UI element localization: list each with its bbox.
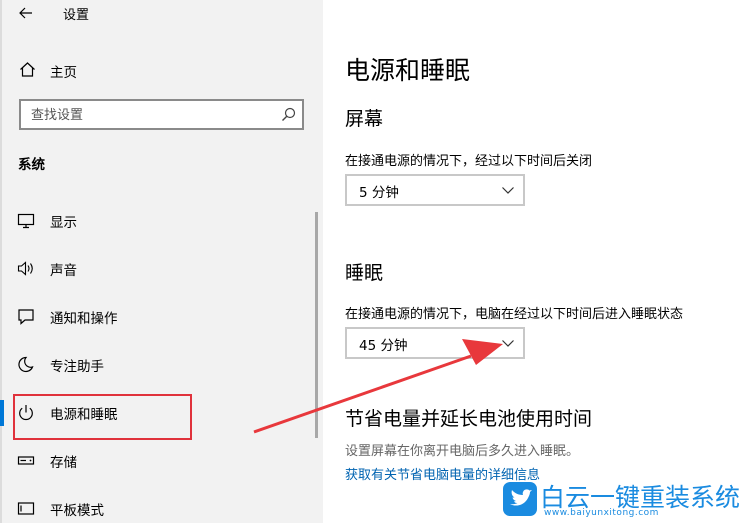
settings-window: 设置 主页 系统 显示 — [0, 0, 749, 523]
sidebar-item-label: 显示 — [50, 215, 77, 231]
monitor-icon — [17, 213, 35, 229]
chevron-down-icon — [502, 340, 514, 347]
sidebar-item-storage[interactable]: 存储 — [0, 440, 320, 480]
sidebar-item-display[interactable]: 显示 — [0, 200, 320, 240]
dropdown-value: 45 分钟 — [359, 338, 408, 354]
sidebar-item-notifications[interactable]: 通知和操作 — [0, 296, 320, 336]
sidebar: 设置 主页 系统 显示 — [0, 0, 323, 523]
search-box[interactable] — [19, 99, 304, 130]
selection-indicator — [0, 400, 4, 426]
sidebar-item-label: 主页 — [50, 65, 77, 81]
storage-icon — [17, 456, 35, 465]
back-button[interactable] — [12, 1, 40, 25]
bird-logo-icon — [503, 482, 537, 516]
speaker-icon — [17, 261, 33, 276]
search-icon[interactable] — [281, 107, 296, 122]
annotation-highlight-box — [13, 394, 192, 440]
chevron-down-icon — [502, 187, 514, 194]
search-input[interactable] — [29, 104, 283, 127]
screen-description: 在接通电源的情况下，经过以下时间后关闭 — [345, 154, 593, 169]
page-title: 电源和睡眠 — [345, 56, 471, 85]
tablet-icon — [17, 502, 35, 515]
sidebar-item-label: 存储 — [50, 455, 77, 471]
screen-timeout-dropdown[interactable]: 5 分钟 — [345, 174, 525, 206]
section-heading-system: 系统 — [18, 157, 45, 173]
sidebar-item-tablet-mode[interactable]: 平板模式 — [0, 488, 320, 523]
main-content: 电源和睡眠 屏幕 在接通电源的情况下，经过以下时间后关闭 5 分钟 睡眠 在接通… — [323, 0, 749, 523]
moon-icon — [18, 356, 34, 373]
back-arrow-icon — [19, 7, 32, 19]
screen-heading: 屏幕 — [345, 108, 384, 130]
battery-description: 设置屏幕在你离开电脑后多久进入睡眠。 — [345, 444, 580, 459]
sidebar-scrollbar[interactable] — [315, 212, 318, 438]
sleep-heading: 睡眠 — [345, 262, 384, 284]
home-icon — [20, 62, 35, 77]
notification-icon — [18, 309, 34, 325]
sleep-timeout-dropdown[interactable]: 45 分钟 — [345, 327, 525, 359]
sidebar-item-focus-assist[interactable]: 专注助手 — [0, 344, 320, 384]
sidebar-item-label: 专注助手 — [50, 359, 104, 375]
sidebar-item-label: 声音 — [50, 263, 77, 279]
sidebar-item-label: 通知和操作 — [50, 311, 118, 327]
battery-heading: 节省电量并延长电池使用时间 — [345, 408, 593, 430]
watermark: 白云一键重装系统 www.baiyunxitong.com — [502, 477, 747, 521]
app-title: 设置 — [63, 8, 90, 23]
sidebar-item-home[interactable]: 主页 — [0, 55, 320, 85]
sleep-description: 在接通电源的情况下，电脑在经过以下时间后进入睡眠状态 — [345, 307, 684, 322]
sidebar-item-label: 平板模式 — [50, 503, 104, 519]
watermark-url: www.baiyunxitong.com — [544, 508, 659, 518]
dropdown-value: 5 分钟 — [359, 185, 399, 201]
sidebar-item-sound[interactable]: 声音 — [0, 248, 320, 288]
